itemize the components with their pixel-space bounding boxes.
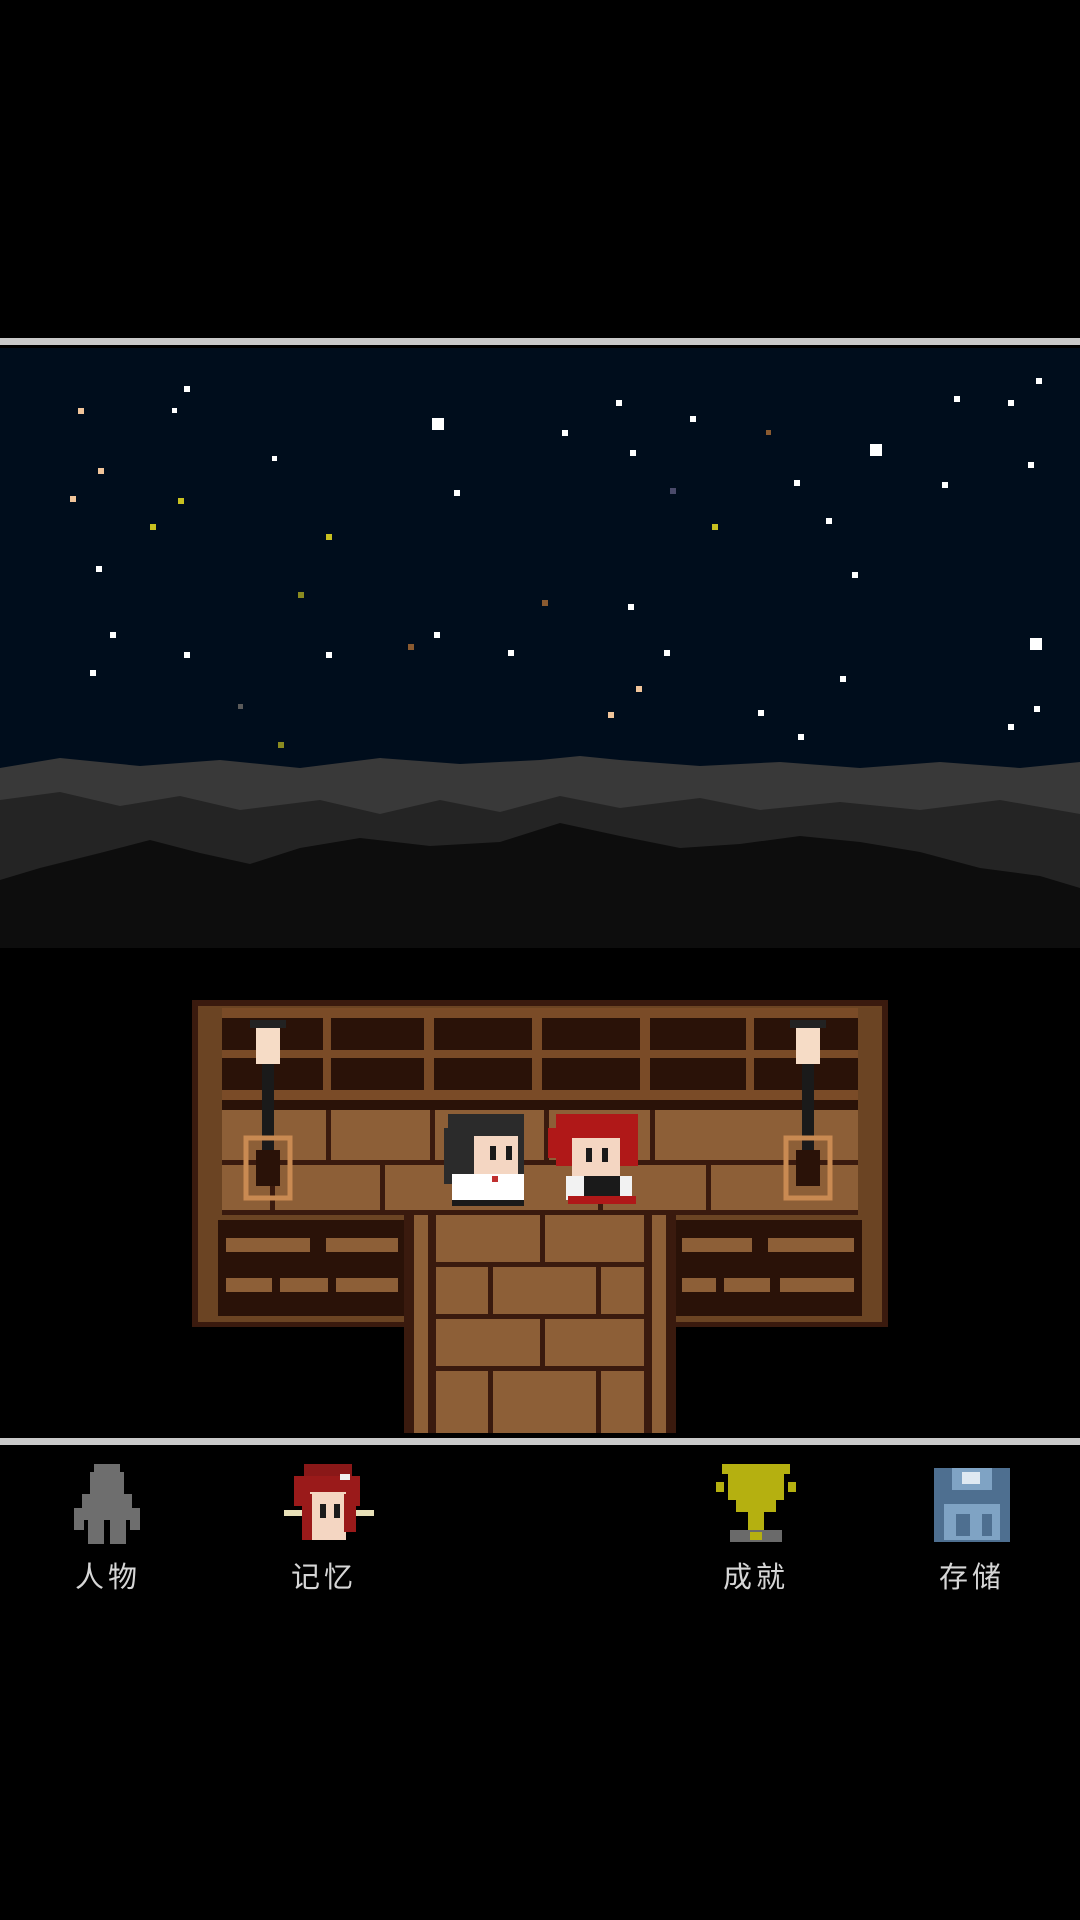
star: [98, 468, 104, 474]
star: [172, 408, 177, 413]
red-haired-portrait-icon: [284, 1464, 374, 1540]
star: [562, 430, 568, 436]
star: [454, 490, 460, 496]
star: [184, 386, 190, 392]
star: [608, 712, 614, 718]
star: [826, 518, 832, 524]
star: [96, 566, 102, 572]
top-divider: [0, 338, 1080, 345]
star: [1028, 462, 1034, 468]
star: [542, 600, 548, 606]
star: [664, 650, 670, 656]
star: [90, 670, 96, 676]
star: [758, 710, 764, 716]
bottom-divider: [0, 1438, 1080, 1445]
star: [670, 488, 676, 494]
menu-achievements-button[interactable]: 成就: [686, 1446, 826, 1596]
star: [794, 480, 800, 486]
star: [178, 498, 184, 504]
star: [326, 652, 332, 658]
star: [508, 650, 514, 656]
star: [1036, 378, 1042, 384]
person-silhouette-icon: [74, 1464, 140, 1544]
star: [840, 676, 846, 682]
star: [942, 482, 948, 488]
star: [1030, 638, 1042, 650]
star: [636, 686, 642, 692]
menu-save-button[interactable]: 存储: [902, 1446, 1042, 1596]
star: [766, 430, 771, 435]
floppy-disk-icon: [934, 1468, 1010, 1542]
star: [628, 604, 634, 610]
trophy-icon: [716, 1464, 796, 1542]
star: [690, 416, 696, 422]
star: [1034, 706, 1040, 712]
bottom-menu: 人物 记忆 成就 存储: [0, 1446, 1080, 1616]
star: [278, 742, 284, 748]
star: [712, 524, 718, 530]
menu-achievements-label: 成就: [722, 1560, 789, 1594]
black-haired-girl-sprite[interactable]: [444, 1114, 524, 1206]
star: [432, 418, 444, 430]
star: [298, 592, 304, 598]
star: [434, 632, 440, 638]
night-sky: [0, 348, 1080, 808]
menu-characters-button[interactable]: 人物: [38, 1446, 178, 1596]
star: [1008, 400, 1014, 406]
star: [954, 396, 960, 402]
star: [150, 524, 156, 530]
star: [852, 572, 858, 578]
menu-memories-label: 记忆: [290, 1560, 357, 1594]
star: [798, 734, 804, 740]
star: [184, 652, 190, 658]
menu-save-label: 存储: [938, 1560, 1005, 1594]
game-scene[interactable]: [0, 348, 1080, 1433]
star: [110, 632, 116, 638]
star: [326, 534, 332, 540]
star: [870, 444, 882, 456]
star: [1008, 724, 1014, 730]
star: [70, 496, 76, 502]
star: [408, 644, 414, 650]
star: [238, 704, 243, 709]
star: [272, 456, 277, 461]
star: [630, 450, 636, 456]
star: [616, 400, 622, 406]
menu-characters-label: 人物: [74, 1560, 141, 1594]
menu-memories-button[interactable]: 记忆: [254, 1446, 394, 1596]
star: [78, 408, 84, 414]
